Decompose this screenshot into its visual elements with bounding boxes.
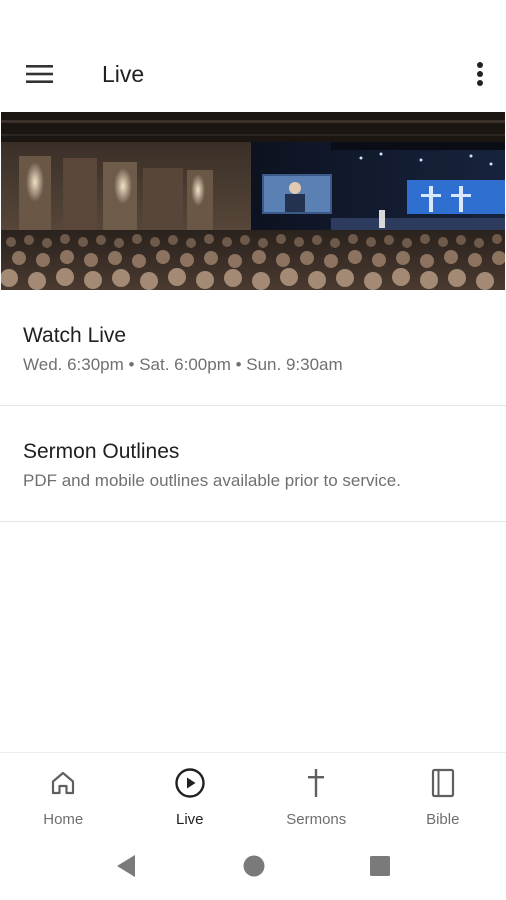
recents-square-icon: [370, 856, 390, 876]
more-options-button[interactable]: [468, 56, 492, 92]
hamburger-menu-icon: [26, 65, 53, 83]
nav-item-live[interactable]: Live: [127, 753, 254, 832]
home-circle-icon: [243, 855, 265, 877]
app-bar: Live: [0, 0, 506, 112]
list-item-subtitle: PDF and mobile outlines available prior …: [23, 471, 401, 490]
nav-label: Home: [43, 811, 84, 828]
more-vertical-icon: [477, 62, 483, 86]
system-home-button[interactable]: [240, 852, 268, 880]
hero-image: [1, 112, 505, 290]
live-options-list: Watch Live Wed. 6:30pm • Sat. 6:00pm • S…: [0, 290, 506, 522]
list-item-subtitle: Wed. 6:30pm • Sat. 6:00pm • Sun. 9:30am: [23, 355, 343, 374]
nav-item-sermons[interactable]: Sermons: [253, 753, 380, 832]
back-triangle-icon: [117, 855, 135, 877]
list-item-title: Sermon Outlines: [23, 440, 180, 463]
nav-item-bible[interactable]: Bible: [380, 753, 506, 832]
nav-label: Live: [175, 811, 204, 828]
home-icon: [47, 767, 79, 799]
list-item-sermon-outlines[interactable]: Sermon Outlines PDF and mobile outlines …: [0, 406, 506, 522]
cross-icon: [300, 767, 332, 799]
system-recents-button[interactable]: [366, 852, 394, 880]
play-circle-icon: [174, 767, 206, 799]
page-title: Live: [102, 61, 145, 87]
auditorium-photo: [1, 112, 505, 290]
system-back-button[interactable]: [112, 852, 140, 880]
list-item-title: Watch Live: [23, 324, 127, 347]
nav-label: Bible: [426, 811, 460, 828]
system-navigation-bar: [0, 832, 506, 900]
menu-button[interactable]: [16, 56, 64, 92]
nav-label: Sermons: [286, 811, 347, 828]
bottom-navigation: Home Live Sermons Bible: [0, 752, 506, 832]
list-item-watch-live[interactable]: Watch Live Wed. 6:30pm • Sat. 6:00pm • S…: [0, 290, 506, 406]
nav-item-home[interactable]: Home: [0, 753, 127, 832]
book-icon: [427, 767, 459, 799]
